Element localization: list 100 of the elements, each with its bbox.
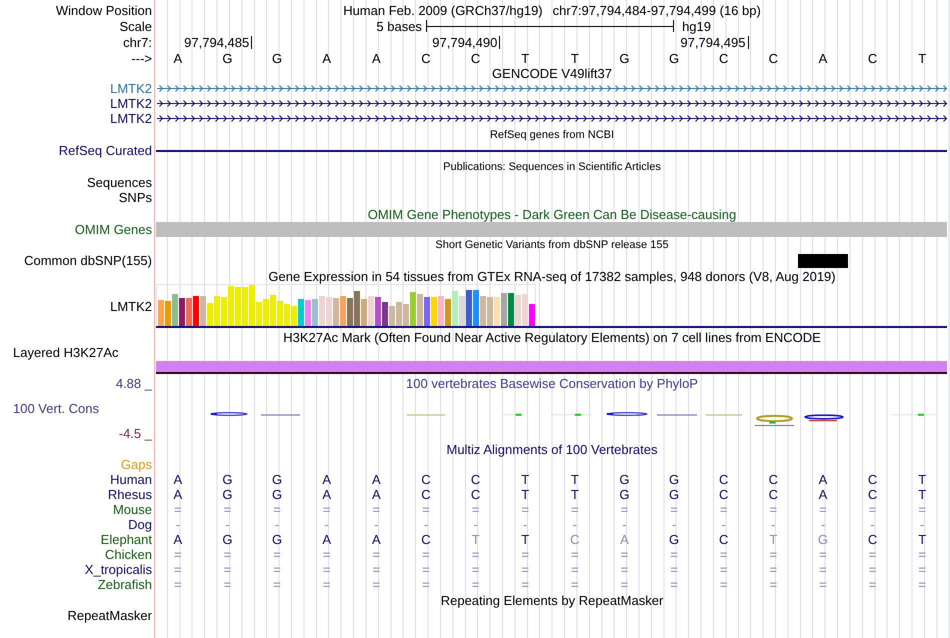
aligned-base: G <box>619 472 630 487</box>
aligned-base: = <box>273 547 281 562</box>
aligned-base: = <box>620 547 628 562</box>
aligned-base: = <box>571 502 579 517</box>
base-letter: T <box>918 50 926 66</box>
row-label: ---> <box>131 50 152 66</box>
track-label: Human <box>110 472 152 487</box>
track-title: OMIM Gene Phenotypes - Dark Green Can Be Disease-causing <box>368 207 736 222</box>
aligned-base: = <box>571 577 579 592</box>
aligned-base: T <box>918 532 926 547</box>
aligned-base: T <box>570 487 579 502</box>
aligned-base: C <box>470 487 480 502</box>
aligned-base: T <box>521 487 530 502</box>
base-letter: G <box>272 50 282 66</box>
aligned-base: = <box>918 502 926 517</box>
aligned-base: = <box>670 547 678 562</box>
aligned-base: = <box>770 547 778 562</box>
base-letter: A <box>173 50 182 66</box>
aligned-base: = <box>620 502 628 517</box>
aligned-base: = <box>224 502 232 517</box>
tick-mark <box>499 36 500 48</box>
aligned-base: = <box>918 547 926 562</box>
track-label: Elephant <box>100 532 152 547</box>
base-letter: C <box>868 50 878 66</box>
base-letter: A <box>818 50 828 66</box>
aligned-base: = <box>273 577 281 592</box>
aligned-base: - <box>473 517 478 532</box>
aligned-base: = <box>273 562 281 577</box>
aligned-base: A <box>372 472 381 487</box>
track-label: OMIM Genes <box>74 222 152 237</box>
track-title: GENCODE V49lift37 <box>492 66 612 81</box>
aligned-base: = <box>174 502 182 517</box>
base-letter: C <box>470 50 480 66</box>
aligned-base: = <box>720 577 728 592</box>
aligned-base: = <box>322 562 330 577</box>
track-title: Short Genetic Variants from dbSNP release 155 <box>435 238 669 253</box>
track-label: RefSeq Curated <box>58 143 152 158</box>
axis-max-label: 4.88 _ <box>116 376 152 391</box>
aligned-base: - <box>523 517 528 532</box>
aligned-base: C <box>421 487 431 502</box>
scale-assembly: hg19 <box>682 18 711 34</box>
aligned-base: A <box>818 472 828 487</box>
base-letter: G <box>619 50 630 66</box>
aligned-base: = <box>472 562 480 577</box>
track-label: Rhesus <box>108 487 152 502</box>
track-label: 100 Vert. Cons <box>13 401 99 416</box>
aligned-base: A <box>173 472 182 487</box>
aligned-base: A <box>372 487 381 502</box>
aligned-base: G <box>619 487 630 502</box>
aligned-base: T <box>521 532 530 547</box>
aligned-base: C <box>421 472 431 487</box>
base-letter: C <box>421 50 431 66</box>
track-title: RefSeq genes from NCBI <box>490 128 614 143</box>
aligned-base: G <box>669 487 680 502</box>
aligned-base: = <box>422 502 430 517</box>
track-label: Dog <box>128 517 152 532</box>
aligned-base: = <box>422 577 430 592</box>
axis-min-label: -4.5 _ <box>118 426 152 441</box>
track-label: LMTK2 <box>110 96 152 111</box>
conservation-glyph <box>503 414 524 416</box>
aligned-base: G <box>222 472 232 487</box>
aligned-base: = <box>372 562 380 577</box>
aligned-base: = <box>571 547 579 562</box>
track-label: Zebrafish <box>98 577 152 592</box>
conservation-glyph <box>210 412 248 416</box>
track-label: Common dbSNP(155) <box>24 253 152 268</box>
base-letter: T <box>570 50 579 66</box>
track-label: LMTK2 <box>110 81 152 96</box>
aligned-base: T <box>521 472 530 487</box>
aligned-base: T <box>472 532 480 547</box>
aligned-base: = <box>819 547 827 562</box>
aligned-base: = <box>224 577 232 592</box>
aligned-base: C <box>768 472 778 487</box>
track-title: 100 vertebrates Basewise Conservation by PhyloP <box>406 376 698 391</box>
aligned-base: = <box>770 502 778 517</box>
aligned-base: = <box>372 547 380 562</box>
track-label: RepeatMasker <box>67 608 152 623</box>
track-label: Mouse <box>112 502 152 517</box>
aligned-base: - <box>722 517 726 532</box>
aligned-base: = <box>224 562 232 577</box>
aligned-base: = <box>521 502 529 517</box>
aligned-base: - <box>920 517 924 532</box>
conservation-glyph <box>891 414 936 416</box>
aligned-base: = <box>472 547 480 562</box>
coordinate-label: 97,794,490 <box>432 34 498 50</box>
aligned-base: C <box>470 472 480 487</box>
aligned-base: = <box>868 547 876 562</box>
aligned-base: G <box>669 472 680 487</box>
aligned-base: = <box>174 547 182 562</box>
aligned-base: = <box>174 577 182 592</box>
aligned-base: = <box>819 502 827 517</box>
aligned-base: A <box>372 532 381 547</box>
base-letter: G <box>222 50 232 66</box>
track-label: Layered H3K27Ac <box>13 345 119 360</box>
row-label: Window Position <box>56 2 152 18</box>
scale-length: 5 bases <box>376 18 422 34</box>
aligned-base: G <box>818 532 828 547</box>
conservation-glyph <box>804 414 844 422</box>
tick-mark <box>251 36 252 48</box>
aligned-base: = <box>670 562 678 577</box>
